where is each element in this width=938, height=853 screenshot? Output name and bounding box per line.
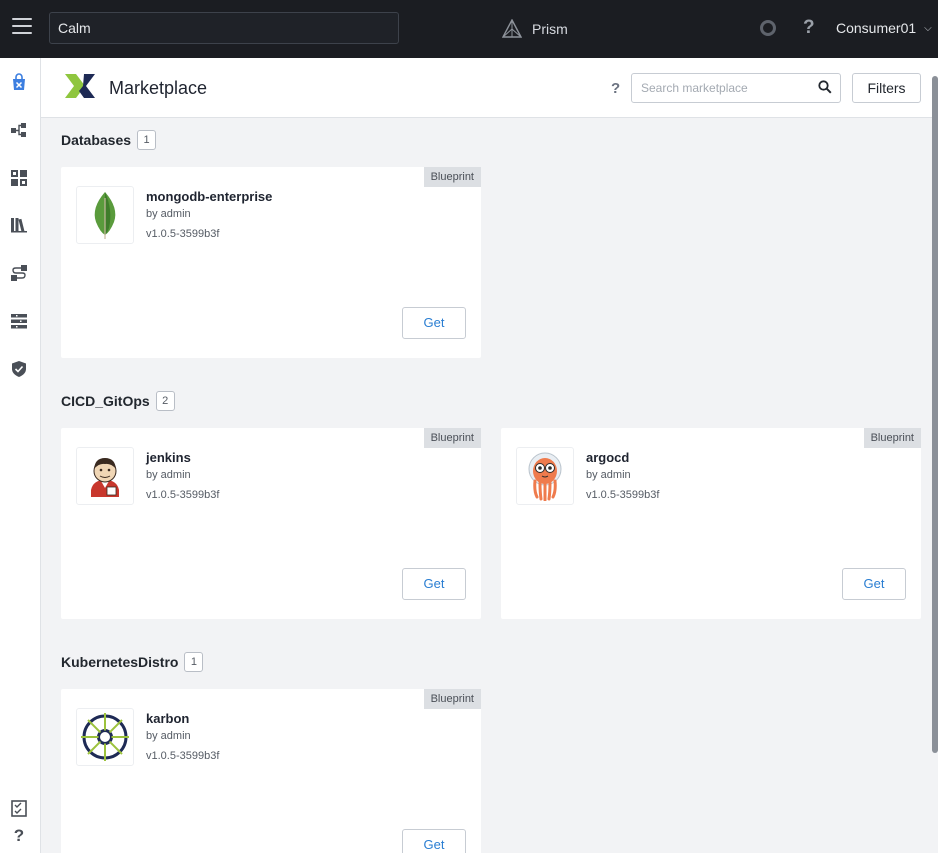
argocd-icon xyxy=(516,447,574,505)
section-header: KubernetesDistro 1 xyxy=(61,652,204,672)
user-menu[interactable]: Consumer01 ⌵ xyxy=(836,20,932,36)
mongodb-leaf-icon xyxy=(76,186,134,244)
page-header: Marketplace ? Filters xyxy=(41,58,938,118)
blueprint-tag: Blueprint xyxy=(863,428,921,448)
marketplace-search xyxy=(631,73,841,103)
blueprint-card[interactable]: Blueprint mongodb-enterprise by admin v1… xyxy=(61,167,481,358)
blueprint-name: mongodb-enterprise xyxy=(146,189,273,204)
help-menu-icon[interactable]: ? xyxy=(803,17,815,39)
section-count-badge: 2 xyxy=(155,391,175,411)
blueprint-card[interactable]: Blueprint jenkins by admin v1.0.5-3599b3… xyxy=(61,428,481,619)
brand-label: Prism xyxy=(532,21,568,37)
blueprint-author: by admin xyxy=(586,469,631,481)
section-title: Databases xyxy=(61,132,132,148)
blueprint-version: v1.0.5-3599b3f xyxy=(146,750,220,762)
calm-x-logo-icon xyxy=(65,74,95,98)
get-button[interactable]: Get xyxy=(402,568,466,600)
left-navigation: ? xyxy=(0,58,41,853)
section-header: Databases 1 xyxy=(61,130,157,150)
get-button[interactable]: Get xyxy=(842,568,906,600)
chevron-down-icon: ⌵ xyxy=(924,22,932,34)
prism-brand: Prism xyxy=(502,18,568,40)
get-button[interactable]: Get xyxy=(402,829,466,853)
section-header: CICD_GitOps 2 xyxy=(61,391,175,411)
page-title: Marketplace xyxy=(109,78,208,98)
marketplace-icon[interactable] xyxy=(10,73,28,91)
blueprint-tag: Blueprint xyxy=(423,689,481,709)
filters-button[interactable]: Filters xyxy=(852,73,921,103)
blueprint-card[interactable]: Blueprint karbon by admin v1.0.5-3599b3f… xyxy=(61,689,481,853)
blueprint-version: v1.0.5-3599b3f xyxy=(146,489,220,501)
user-name: Consumer01 xyxy=(836,20,917,36)
blueprint-name: karbon xyxy=(146,711,190,726)
blueprint-name: argocd xyxy=(586,450,630,465)
prism-logo-icon xyxy=(502,19,522,38)
policies-icon[interactable] xyxy=(10,360,28,378)
karbon-wheel-icon xyxy=(76,708,134,766)
help-icon[interactable]: ? xyxy=(10,826,28,845)
blueprints-icon[interactable] xyxy=(10,121,28,139)
applications-icon[interactable] xyxy=(10,169,28,187)
top-bar: Calm Prism ? Consumer01 ⌵ xyxy=(0,0,938,58)
get-button[interactable]: Get xyxy=(402,307,466,339)
jenkins-icon xyxy=(76,447,134,505)
blueprint-author: by admin xyxy=(146,208,191,220)
blueprint-tag: Blueprint xyxy=(423,167,481,187)
tasks-icon[interactable] xyxy=(10,799,28,817)
hamburger-menu-icon[interactable] xyxy=(12,18,32,38)
library-icon[interactable] xyxy=(10,216,28,234)
search-input[interactable] xyxy=(632,74,807,102)
blueprint-author: by admin xyxy=(146,730,191,742)
blueprint-card[interactable]: Blueprint argocd by admin v1.0.5-3599b3f… xyxy=(501,428,921,619)
runbooks-icon[interactable] xyxy=(10,264,28,282)
section-count-badge: 1 xyxy=(137,130,157,150)
section-title: CICD_GitOps xyxy=(61,393,150,409)
scrollbar[interactable] xyxy=(932,76,938,753)
blueprint-tag: Blueprint xyxy=(423,428,481,448)
section-title: KubernetesDistro xyxy=(61,654,179,670)
app-switcher-search[interactable]: Calm xyxy=(49,12,399,44)
blueprint-version: v1.0.5-3599b3f xyxy=(586,489,660,501)
blueprint-name: jenkins xyxy=(146,450,191,465)
search-icon[interactable] xyxy=(818,80,832,94)
alerts-icon[interactable] xyxy=(760,20,776,36)
section-count-badge: 1 xyxy=(184,652,204,672)
blueprint-author: by admin xyxy=(146,469,191,481)
page-help-icon[interactable]: ? xyxy=(611,80,620,97)
environments-icon[interactable] xyxy=(10,312,28,330)
blueprint-version: v1.0.5-3599b3f xyxy=(146,228,220,240)
